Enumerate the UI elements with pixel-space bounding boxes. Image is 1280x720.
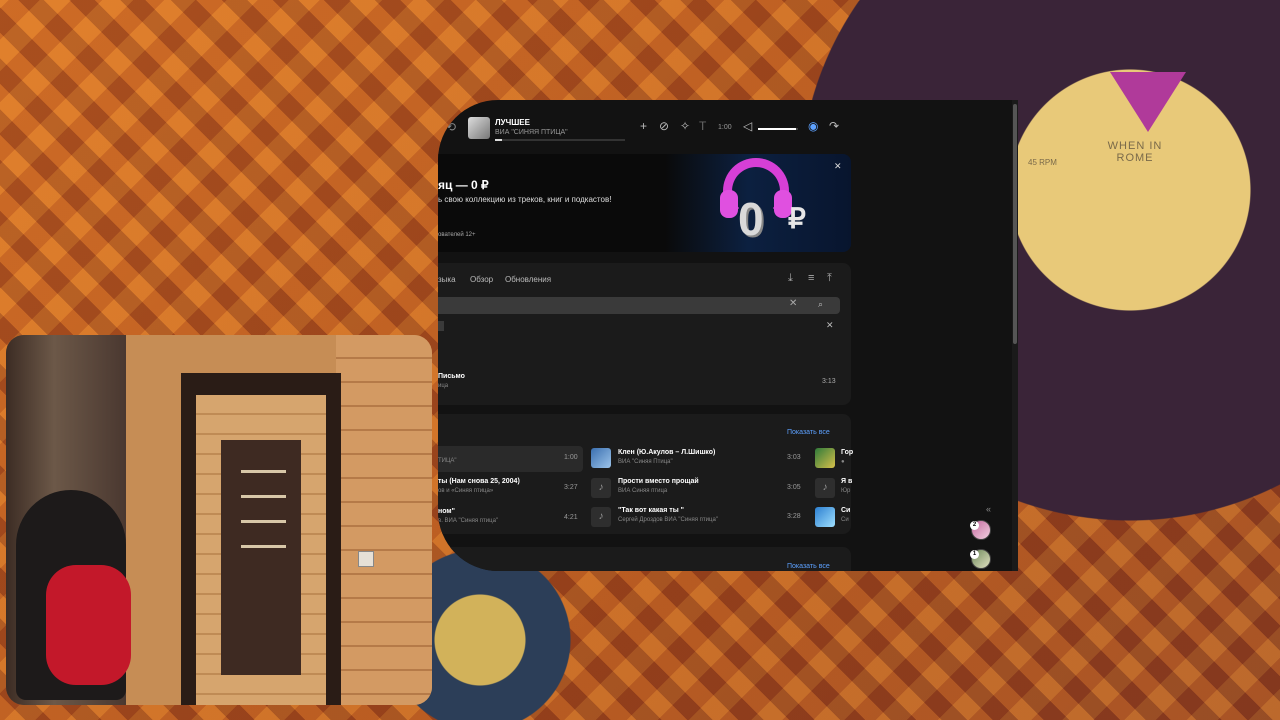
track-title[interactable]: ты (Нам снова 25, 2004) xyxy=(438,478,520,485)
promo-banner[interactable]: яц — 0 ₽ ь свою коллекцию из треков, кни… xyxy=(438,154,851,252)
result-track-title[interactable]: Письмо xyxy=(438,373,465,380)
search-input[interactable] xyxy=(438,297,840,314)
track-cover[interactable] xyxy=(591,448,611,468)
track-duration: 3:03 xyxy=(787,454,801,461)
add-icon[interactable]: + xyxy=(640,119,647,133)
track-subtitle: ВИА "Синяя Птица" xyxy=(618,459,673,465)
track-title[interactable]: ном" xyxy=(438,508,455,515)
avatar-badge: 2 xyxy=(970,521,979,530)
music-note-icon: ♪ xyxy=(815,478,835,498)
webcam-door xyxy=(221,440,301,675)
music-app-window: ⟲ ЛУЧШЕЕ ВИА "СИНЯЯ ПТИЦА" + ⊘ ✧ T 1:00 … xyxy=(438,100,1018,571)
track-cover[interactable] xyxy=(468,117,490,139)
player-track-artist[interactable]: ВИА "СИНЯЯ ПТИЦА" xyxy=(495,129,568,136)
volume-slider[interactable] xyxy=(758,128,798,130)
music-note-icon: ♪ xyxy=(591,507,611,527)
player-time: 1:00 xyxy=(718,124,732,131)
track-duration: 1:00 xyxy=(564,454,578,461)
track-duration: 3:28 xyxy=(787,513,801,520)
music-note-icon: ♪ xyxy=(591,478,611,498)
sparkle-icon[interactable]: ✧ xyxy=(680,119,690,133)
track-title[interactable]: Клен (Ю.Акулов – Л.Шишко) xyxy=(618,449,715,456)
record-label-text: WHEN IN ROME xyxy=(1107,140,1163,164)
banner-currency: ₽ xyxy=(788,203,806,234)
track-cover[interactable] xyxy=(815,507,835,527)
track-cover[interactable] xyxy=(815,448,835,468)
show-all-link[interactable]: Показать все xyxy=(787,563,830,570)
result-track-duration: 3:13 xyxy=(822,378,836,385)
banner-price-zero: 0 xyxy=(738,193,764,245)
tracks-panel-2: Показать все xyxy=(438,547,851,571)
close-icon[interactable]: ✕ xyxy=(826,320,834,331)
text-icon[interactable]: T xyxy=(699,119,706,133)
collapse-icon[interactable]: « xyxy=(986,504,991,514)
track-duration: 3:05 xyxy=(787,484,801,491)
player-track-title[interactable]: ЛУЧШЕЕ xyxy=(495,118,530,127)
record-triangle-logo xyxy=(1110,72,1186,132)
progress-fill xyxy=(495,139,502,141)
track-subtitle: ВИА Синяя птица xyxy=(618,488,668,494)
collection-panel: зыка Обзор Обновления ⤓ ≡ ⤒ ✕ ⌕ ✕ Письмо… xyxy=(438,263,851,405)
close-icon[interactable]: ✕ xyxy=(834,161,842,172)
track-subtitle: Сергей Дроздов ВИА "Синяя птица" xyxy=(618,517,718,523)
scrollbar-track[interactable] xyxy=(1012,100,1018,571)
show-all-link[interactable]: Показать все xyxy=(787,429,830,436)
track-title[interactable]: Я в xyxy=(841,478,852,485)
volume-fill xyxy=(758,128,796,130)
webcam-chair xyxy=(46,565,131,685)
share-icon[interactable]: ↷ xyxy=(829,119,839,133)
clear-icon[interactable]: ✕ xyxy=(789,298,797,309)
record-rpm-text: 45 RPM xyxy=(1028,158,1057,167)
dislike-icon[interactable]: ⊘ xyxy=(659,119,669,133)
webcam-door-stripe xyxy=(241,520,286,523)
track-title[interactable]: Гор xyxy=(841,449,853,456)
progress-bar[interactable] xyxy=(495,139,625,141)
track-subtitle: Си xyxy=(841,517,849,523)
webcam-door-stripe xyxy=(241,470,286,473)
banner-age-note: ователей 12+ xyxy=(438,232,476,238)
track-subtitle: ТИЦА" xyxy=(438,458,457,464)
back-icon[interactable]: ⟲ xyxy=(446,120,456,134)
banner-subtitle: ь свою коллекцию из треков, книг и подка… xyxy=(438,195,612,204)
track-duration: 3:27 xyxy=(564,484,578,491)
webcam-wall xyxy=(336,335,432,705)
avatar-badge: 1 xyxy=(970,550,979,559)
track-title[interactable]: Си xyxy=(841,507,850,514)
webcam-door-stripe xyxy=(241,545,286,548)
webcam-light-switch xyxy=(358,551,374,567)
webcam-overlay xyxy=(6,335,432,705)
tab-overview[interactable]: Обзор xyxy=(470,275,493,284)
tracks-panel: Показать все ТИЦА" 1:00 ты (Нам снова 25… xyxy=(438,414,853,534)
result-track-subtitle: ица xyxy=(438,383,449,389)
download-icon[interactable]: ⤓ xyxy=(788,272,793,285)
track-subtitle: ов и «Синяя птица» xyxy=(438,488,494,494)
filter-chip[interactable] xyxy=(438,321,444,331)
scrollbar-thumb[interactable] xyxy=(1013,104,1017,344)
headphones-icon xyxy=(720,190,738,218)
banner-title: яц — 0 ₽ xyxy=(438,178,489,192)
track-duration: 4:21 xyxy=(564,514,578,521)
track-subtitle: Юр xyxy=(841,488,851,494)
tab-updates[interactable]: Обновления xyxy=(505,275,551,284)
search-icon[interactable]: ⌕ xyxy=(818,299,823,310)
tab-music[interactable]: зыка xyxy=(438,275,456,284)
track-row-highlight[interactable] xyxy=(438,446,583,472)
track-subtitle: ● xyxy=(841,459,845,465)
sort-icon[interactable]: ≡ xyxy=(808,272,814,284)
track-title[interactable]: "Так вот какая ты " xyxy=(618,507,684,514)
broadcast-icon[interactable]: ◉ xyxy=(808,119,818,133)
track-title[interactable]: Прости вместо прощай xyxy=(618,478,699,485)
volume-icon[interactable]: ◁ xyxy=(743,119,752,133)
webcam-door-stripe xyxy=(241,495,286,498)
player-bar: ⟲ ЛУЧШЕЕ ВИА "СИНЯЯ ПТИЦА" + ⊘ ✧ T 1:00 … xyxy=(438,112,858,144)
track-subtitle: в. ВИА "Синяя птица" xyxy=(438,518,499,524)
upload-icon[interactable]: ⤒ xyxy=(827,272,832,285)
